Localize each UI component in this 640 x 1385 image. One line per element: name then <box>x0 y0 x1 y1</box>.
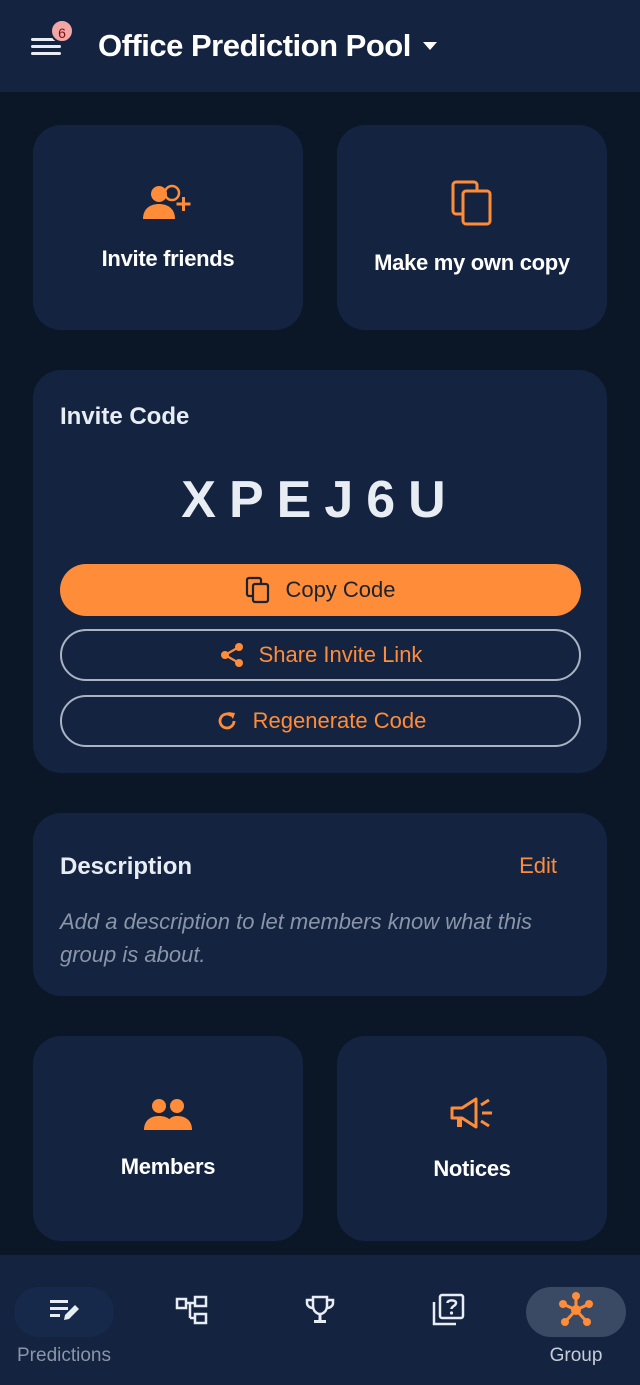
copy-icon <box>450 179 494 232</box>
bracket-icon <box>175 1294 209 1331</box>
description-heading: Description <box>60 853 193 880</box>
group-selector[interactable]: Office Prediction Pool <box>98 28 437 64</box>
nav-item-bracket[interactable] <box>128 1255 256 1385</box>
group-icon <box>556 1290 596 1335</box>
share-invite-link-button[interactable]: Share Invite Link <box>60 629 581 681</box>
invite-friends-button[interactable]: Invite friends <box>33 125 303 330</box>
nav-pill <box>14 1287 114 1337</box>
make-copy-label: Make my own copy <box>374 250 570 275</box>
megaphone-icon <box>448 1095 496 1138</box>
invite-friends-label: Invite friends <box>101 246 235 271</box>
copy-code-button[interactable]: Copy Code <box>60 564 581 616</box>
page-title: Office Prediction Pool <box>98 28 411 63</box>
description-card: Description Edit Add a description to le… <box>33 813 607 996</box>
notices-button[interactable]: Notices <box>337 1036 607 1241</box>
edit-description-link[interactable]: Edit <box>519 853 557 879</box>
predictions-icon <box>48 1296 80 1329</box>
make-copy-button[interactable]: Make my own copy <box>337 125 607 330</box>
refresh-icon <box>215 709 239 733</box>
description-placeholder: Add a description to let members know wh… <box>60 909 533 967</box>
add-user-icon <box>141 183 195 228</box>
members-button[interactable]: Members <box>33 1036 303 1241</box>
copy-code-label: Copy Code <box>285 577 396 602</box>
regenerate-code-button[interactable]: Regenerate Code <box>60 695 581 747</box>
members-label: Members <box>120 1154 216 1179</box>
regenerate-code-label: Regenerate Code <box>252 708 427 733</box>
invite-code-value: XPEJ6U <box>181 471 459 529</box>
nav-label-predictions: Predictions <box>17 1345 111 1366</box>
invite-code-card: Invite Code XPEJ6U Copy Code Share Invit… <box>33 370 607 773</box>
trophy-icon <box>304 1294 336 1331</box>
nav-item-group[interactable]: Group <box>512 1255 640 1385</box>
nav-item-predictions[interactable]: Predictions <box>0 1255 128 1385</box>
nav-item-quiz[interactable] <box>384 1255 512 1385</box>
bottom-navigation: Predictions Group <box>0 1255 640 1385</box>
nav-pill <box>270 1287 370 1337</box>
nav-pill-active <box>526 1287 626 1337</box>
nav-pill <box>398 1287 498 1337</box>
quiz-icon <box>431 1293 465 1332</box>
notices-label: Notices <box>433 1156 511 1181</box>
share-invite-link-label: Share Invite Link <box>258 642 423 667</box>
nav-label-group: Group <box>549 1345 603 1366</box>
members-icon <box>142 1097 194 1136</box>
caret-down-icon <box>422 42 437 50</box>
copy-icon <box>245 576 271 604</box>
share-icon <box>219 642 245 668</box>
notification-badge: 6 <box>50 19 74 43</box>
invite-code-heading: Invite Code <box>60 403 190 430</box>
app-header: 6 Office Prediction Pool <box>0 0 640 92</box>
nav-item-leaderboard[interactable] <box>256 1255 384 1385</box>
nav-pill <box>142 1287 242 1337</box>
